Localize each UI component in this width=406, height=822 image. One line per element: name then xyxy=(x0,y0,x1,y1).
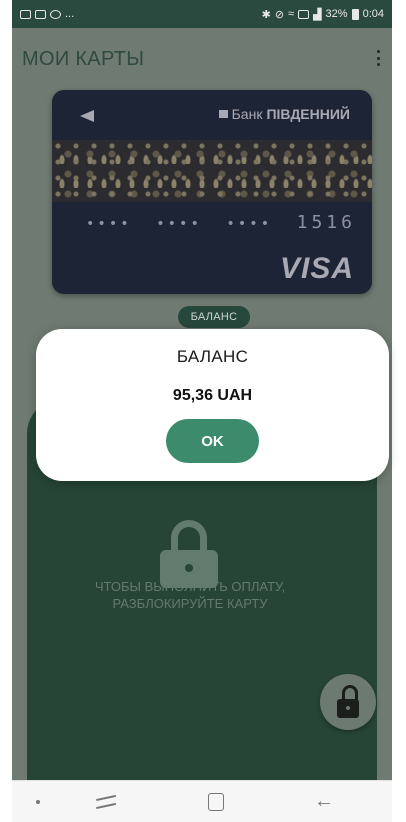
bluetooth-icon: ✱ xyxy=(261,8,271,21)
page-title: МОИ КАРТЫ xyxy=(22,48,145,70)
back-icon[interactable]: ← xyxy=(314,789,334,813)
phone-screen: ... ✱ ⊘ ≈ ▟ 32% 0:04 МОИ КАРТЫ Банк ПІВД… xyxy=(0,0,406,822)
battery-icon xyxy=(351,8,359,20)
whatsapp-icon xyxy=(50,9,61,19)
card-ornament xyxy=(52,140,372,202)
gallery-icon xyxy=(35,9,46,19)
system-nav-bar: ← xyxy=(12,780,392,822)
bank-name-prefix: Банк xyxy=(231,106,263,122)
card-arrow-icon xyxy=(80,110,94,122)
signal-icon: ▟ xyxy=(313,8,322,21)
status-time: 0:04 xyxy=(362,8,384,20)
nav-dot-icon xyxy=(36,800,40,804)
wifi-icon: ≈ xyxy=(288,8,295,20)
payment-hint-line: РАЗБЛОКИРУЙТЕ КАРТУ xyxy=(112,596,268,611)
bank-name: ПІВДЕННИЙ xyxy=(266,106,350,122)
more-vert-icon[interactable] xyxy=(374,48,382,68)
balance-value: 95,36 UAH xyxy=(172,387,253,404)
bank-card[interactable]: Банк ПІВДЕННИЙ •••• •••• •••• 1516 VISA xyxy=(52,90,372,294)
payment-hint-line: ЧТОБЫ ВЫПОЛНИТЬ ОПЛАТУ, xyxy=(94,579,286,594)
payment-hint: ЧТОБЫ ВЫПОЛНИТЬ ОПЛАТУ, РАЗБЛОКИРУЙТЕ КА… xyxy=(40,578,340,612)
home-icon[interactable] xyxy=(208,793,224,811)
mute-icon: ⊘ xyxy=(274,8,285,21)
ok-button[interactable]: OK xyxy=(166,419,259,463)
status-right: ✱ ⊘ ≈ ▟ 32% 0:04 xyxy=(262,8,384,21)
battery-percent: 32% xyxy=(325,8,348,20)
recent-apps-icon[interactable] xyxy=(96,793,118,811)
bank-mark-icon xyxy=(218,110,228,118)
status-bar: ... ✱ ⊘ ≈ ▟ 32% 0:04 xyxy=(12,0,392,28)
balance-button[interactable]: БАЛАНС xyxy=(178,306,250,328)
masked-group: •••• xyxy=(226,216,273,232)
balance-dialog: БАЛАНС 95,36 UAH OK xyxy=(36,329,389,481)
nfc-icon xyxy=(298,9,310,19)
unlock-button[interactable] xyxy=(320,674,376,730)
bank-logo: Банк ПІВДЕННИЙ xyxy=(218,106,350,122)
image-icon xyxy=(20,9,31,19)
card-number: •••• •••• •••• 1516 xyxy=(86,212,356,233)
dialog-title: БАЛАНС xyxy=(176,347,249,366)
status-overflow: ... xyxy=(65,8,75,20)
status-left: ... xyxy=(20,8,74,20)
masked-group: •••• xyxy=(86,216,132,232)
card-brand: VISA xyxy=(279,252,354,285)
masked-group: •••• xyxy=(156,216,202,232)
card-last-digits: 1516 xyxy=(296,212,356,233)
